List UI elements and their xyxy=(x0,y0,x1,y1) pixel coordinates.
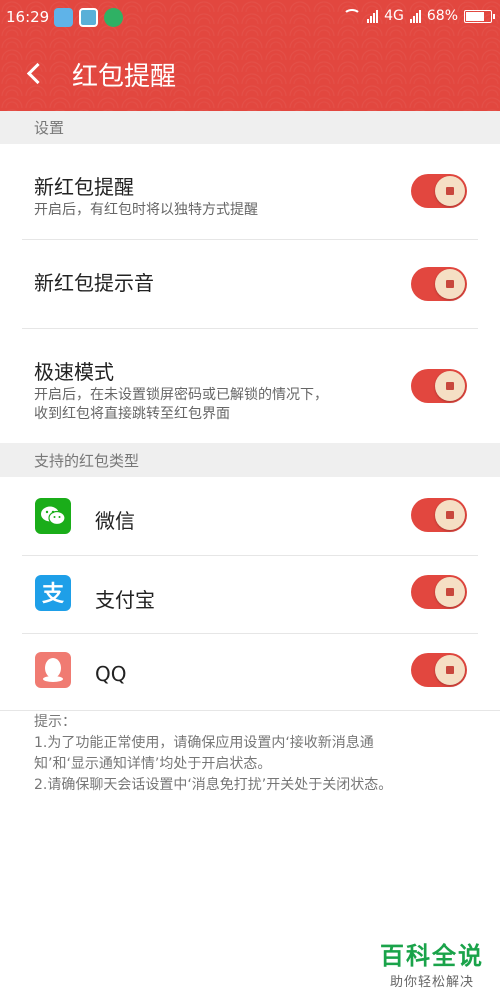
app-row-alipay[interactable]: 支 支付宝 xyxy=(0,556,500,633)
notification-scan-icon xyxy=(79,8,98,27)
network-type: 4G xyxy=(384,8,404,24)
toggle-knob xyxy=(435,269,465,299)
toggle-knob xyxy=(435,655,465,685)
wechat-icon xyxy=(35,498,71,534)
tips-line: 知’和‘显示通知详情’均处于开启状态。 xyxy=(34,756,272,772)
status-indicators: 4G 68% xyxy=(343,8,495,24)
app-label: 支付宝 xyxy=(95,588,155,612)
section-header-settings: 设置 xyxy=(0,111,500,144)
speed-mode-toggle[interactable] xyxy=(411,369,467,403)
qq-toggle[interactable] xyxy=(411,653,467,687)
setting-title: 新红包提示音 xyxy=(34,271,154,295)
qq-icon xyxy=(35,652,71,688)
notification-download-icon xyxy=(104,8,123,27)
setting-subtitle-line-2: 收到红包将直接跳转至红包界面 xyxy=(34,406,230,422)
setting-row-new-redpacket-alert[interactable]: 新红包提醒 开启后，有红包时将以独特方式提醒 xyxy=(0,144,500,239)
section-header-supported: 支持的红包类型 xyxy=(0,443,500,477)
battery-percent: 68% xyxy=(426,8,458,24)
setting-title: 新红包提醒 xyxy=(34,175,134,199)
back-arrow-icon[interactable] xyxy=(22,58,46,88)
setting-row-alert-sound[interactable]: 新红包提示音 xyxy=(0,240,500,328)
page-title: 红包提醒 xyxy=(72,62,177,92)
status-bar: 16:29 4G 68% xyxy=(0,0,500,36)
toggle-knob xyxy=(435,577,465,607)
tips-line: 1.为了功能正常使用，请确保应用设置内‘接收新消息通 xyxy=(34,735,374,751)
signal-icon-2 xyxy=(409,9,421,23)
app-row-wechat[interactable]: 微信 xyxy=(0,477,500,555)
app-row-qq[interactable]: QQ xyxy=(0,634,500,710)
setting-title: 极速模式 xyxy=(34,360,114,384)
setting-subtitle-line-1: 开启后，在未设置锁屏密码或已解锁的情况下， xyxy=(34,387,328,403)
alert-sound-toggle[interactable] xyxy=(411,267,467,301)
divider xyxy=(0,710,500,711)
alipay-toggle[interactable] xyxy=(411,575,467,609)
tips-line: 2.请确保聊天会话设置中‘消息免打扰’开关处于关闭状态。 xyxy=(34,777,393,793)
alipay-icon: 支 xyxy=(35,575,71,611)
signal-icon xyxy=(367,9,379,23)
watermark-subtitle: 助你轻松解决 xyxy=(389,975,474,990)
watermark-logo: 百科全说 助你轻松解决 xyxy=(380,936,484,990)
notification-app-icon xyxy=(54,8,73,27)
wifi-icon xyxy=(343,9,362,23)
toggle-knob xyxy=(435,176,465,206)
setting-subtitle: 开启后，有红包时将以独特方式提醒 xyxy=(34,202,258,218)
status-time: 16:29 xyxy=(6,8,50,26)
nav-bar: 红包提醒 xyxy=(0,36,500,111)
app-label: QQ xyxy=(95,662,127,686)
app-header: 16:29 4G 68% 红包提醒 xyxy=(0,0,500,111)
tips-block: 提示： 1.为了功能正常使用，请确保应用设置内‘接收新消息通 知’和‘显示通知详… xyxy=(34,712,474,796)
setting-row-speed-mode[interactable]: 极速模式 开启后，在未设置锁屏密码或已解锁的情况下， 收到红包将直接跳转至红包界… xyxy=(0,329,500,443)
new-redpacket-alert-toggle[interactable] xyxy=(411,174,467,208)
wechat-toggle[interactable] xyxy=(411,498,467,532)
svg-text:支: 支 xyxy=(42,582,65,606)
watermark-title: 百科全说 xyxy=(380,942,484,970)
toggle-knob xyxy=(435,371,465,401)
battery-icon xyxy=(464,9,495,23)
app-label: 微信 xyxy=(95,509,135,533)
toggle-knob xyxy=(435,500,465,530)
tips-heading: 提示： xyxy=(34,714,76,730)
